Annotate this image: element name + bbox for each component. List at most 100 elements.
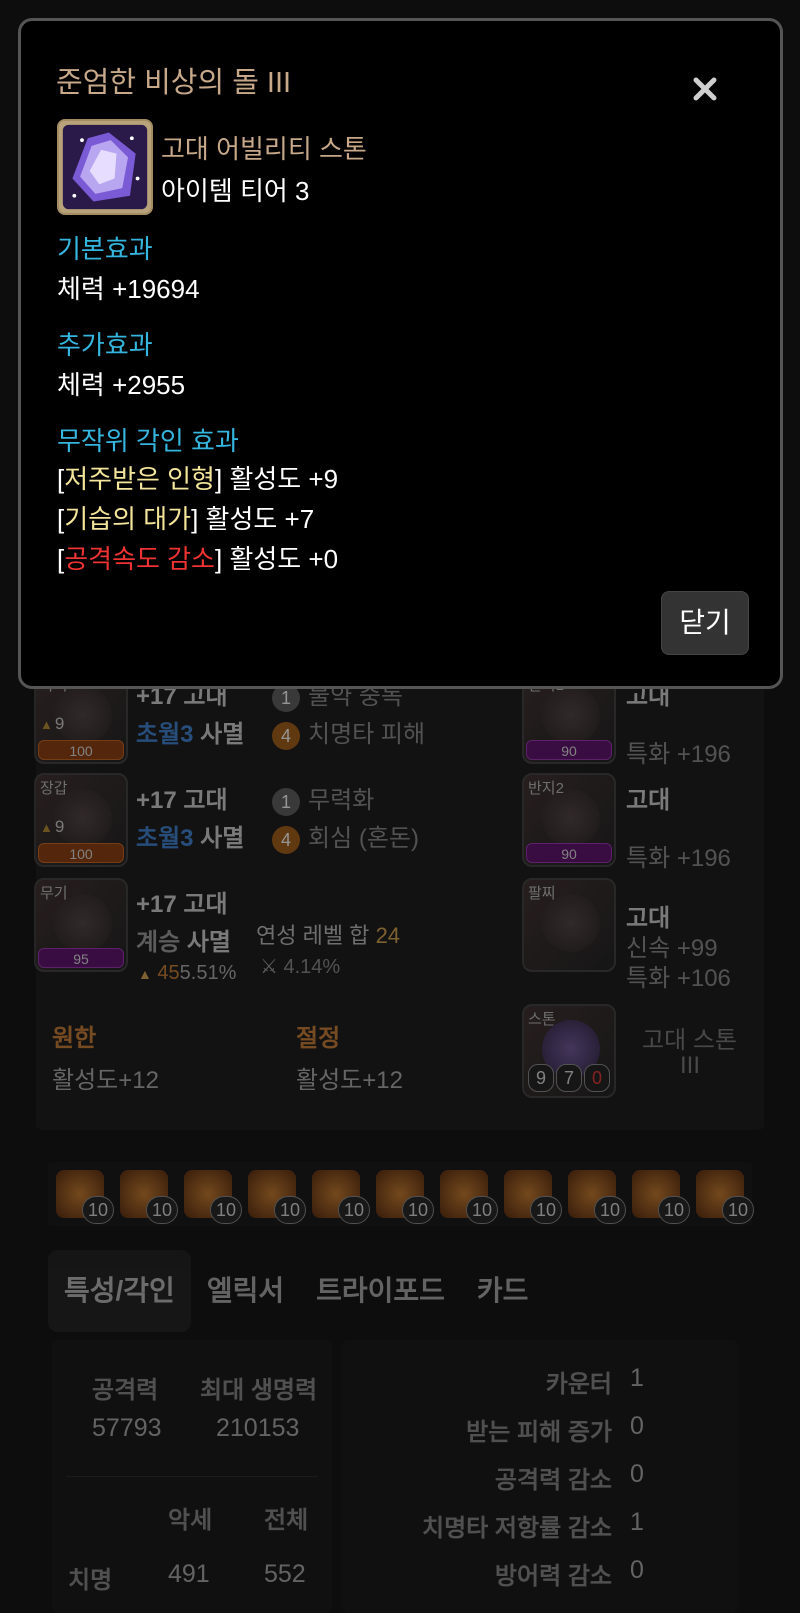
pants-set: 사멸 <box>193 721 245 748</box>
gem-level: 10 <box>274 1196 306 1224</box>
attack-value: 57793 <box>92 1414 162 1442</box>
ring1-stat: 특화 +196 <box>626 741 731 768</box>
tab-tripod[interactable]: 트라이포드 <box>300 1250 461 1332</box>
slot-label: 스톤 <box>528 1011 556 1028</box>
engraving-line-1: [저주받은 인형] 활성도 +9 <box>57 464 339 494</box>
gem-level: 10 <box>402 1196 434 1224</box>
gem-slot[interactable]: 10 <box>504 1170 562 1224</box>
weapon-succession: 계승 <box>136 929 181 956</box>
gloves-effect-2: 4 회심 (혼돈) <box>272 818 419 854</box>
combat-stat-label: 카운터 <box>545 1371 612 1398</box>
combat-stat-value: 0 <box>630 1556 644 1584</box>
gem-slot[interactable]: 10 <box>248 1170 306 1224</box>
refine-sum: 연성 레벨 합 24 <box>256 918 400 950</box>
gloves-name-line2: 초월3 사멸 <box>136 818 244 853</box>
equip-slot-weapon[interactable]: 무기 95 <box>34 878 128 972</box>
extra-effect-value: 체력 +2955 <box>57 370 186 400</box>
effect-name: 치명타 피해 <box>308 721 426 748</box>
slot-level: ▲ 9 <box>40 714 64 734</box>
tab-elixir[interactable]: 엘릭서 <box>191 1250 300 1332</box>
engraving-line-2: [기습의 대가] 활성도 +7 <box>57 504 315 534</box>
basic-effect-title: 기본효과 <box>57 234 153 264</box>
quality-bar: 100 <box>38 843 124 863</box>
gem-slot[interactable]: 10 <box>312 1170 370 1224</box>
gem-bar: 10 10 10 10 10 10 10 10 10 10 10 <box>48 1162 754 1226</box>
weapon-fire-level: 45 <box>157 962 180 984</box>
effect-level-badge: 4 <box>272 721 300 750</box>
refine-value: 24 <box>375 923 401 948</box>
weapon-fire-pct: 5.51% <box>179 962 237 984</box>
gem-slot[interactable]: 10 <box>56 1170 114 1224</box>
engraving-value: 활성도 +0 <box>222 544 339 574</box>
refine-label: 연성 레벨 합 <box>256 923 370 948</box>
tab-traits-engravings[interactable]: 특성/각인 <box>48 1250 191 1332</box>
quality-bar: 90 <box>526 740 612 760</box>
gem-level: 10 <box>722 1196 754 1224</box>
divider <box>66 1476 318 1477</box>
basic-effect-value: 체력 +19694 <box>57 274 200 304</box>
gem-slot[interactable]: 10 <box>376 1170 434 1224</box>
combat-stats-panel: 카운터 1 받는 피해 증가 0 공격력 감소 0 치명타 저항률 감소 1 방어력 감소 0 <box>342 1340 738 1613</box>
pants-effect-2: 4 치명타 피해 <box>272 714 425 750</box>
slot-label: 반지2 <box>528 780 564 797</box>
gem-slot[interactable]: 10 <box>184 1170 242 1224</box>
weapon-upgrade: +17 고대 <box>136 891 228 918</box>
weapon-fire: ▲ 455.51% <box>138 962 236 985</box>
equip-slot-ring2[interactable]: 반지2 90 <box>522 773 616 867</box>
pants-name-line2: 초월3 사멸 <box>136 714 244 749</box>
engraving-line-3: [공격속도 감소] 활성도 +0 <box>57 544 339 574</box>
flame-icon: ▲ <box>40 717 53 732</box>
gem-slot[interactable]: 10 <box>696 1170 754 1224</box>
level-value: 9 <box>54 714 65 733</box>
refine-pct: 4.14% <box>283 956 341 978</box>
effect-level-badge: 1 <box>272 787 300 816</box>
equip-slot-gloves[interactable]: 장갑 ▲ 9 100 <box>34 773 128 867</box>
equip-slot-bracelet[interactable]: 팔찌 <box>522 878 616 972</box>
combat-stat-value: 0 <box>630 1412 644 1440</box>
slot-level: ▲ 9 <box>40 817 64 837</box>
slot-label: 무기 <box>40 885 68 902</box>
item-tier: 아이템 티어 3 <box>161 176 310 206</box>
tab-bar: 특성/각인 엘릭서 트라이포드 카드 <box>48 1250 544 1332</box>
engraving-name: 공격속도 감소 <box>64 544 215 574</box>
col-accessory: 악세 <box>168 1507 213 1534</box>
gem-slot[interactable]: 10 <box>568 1170 626 1224</box>
gloves-set: 사멸 <box>193 825 245 852</box>
engraving-value: 활성도 +9 <box>222 464 339 494</box>
engraving-name: 저주받은 인형 <box>64 464 215 494</box>
close-button[interactable]: 닫기 <box>661 591 749 655</box>
gem-level: 10 <box>466 1196 498 1224</box>
refine-pct-row: ⚔ 4.14% <box>260 954 340 979</box>
engraving-name: 기습의 대가 <box>64 504 192 534</box>
equip-slot-stone[interactable]: 스톤 9 7 0 <box>522 1004 616 1098</box>
close-icon[interactable] <box>689 73 721 105</box>
basic-stats-panel: 공격력 최대 생명력 57793 210153 악세 전체 치명 491 552 <box>52 1340 332 1613</box>
gem-slot[interactable]: 10 <box>120 1170 178 1224</box>
attack-label: 공격력 <box>92 1377 159 1404</box>
random-engraving-title: 무작위 각인 효과 <box>57 426 239 456</box>
pants-transcend: 초월3 <box>136 721 194 748</box>
crit-total: 552 <box>264 1560 306 1588</box>
gem-slot[interactable]: 10 <box>440 1170 498 1224</box>
ring2-stat: 특화 +196 <box>626 845 731 872</box>
grade: 고대 <box>626 787 671 814</box>
crit-acc: 491 <box>168 1560 210 1588</box>
flame-icon: ▲ <box>138 966 152 982</box>
level-value: 9 <box>54 817 65 836</box>
weapon-name-line2: 계승 사멸 <box>136 922 231 957</box>
ring2-grade: 고대 <box>626 780 670 815</box>
weapon-name-line1: +17 고대 <box>136 884 228 919</box>
tab-card[interactable]: 카드 <box>461 1250 545 1332</box>
gem-slot[interactable]: 10 <box>632 1170 690 1224</box>
hp-label: 최대 생명력 <box>200 1377 318 1404</box>
item-type: 고대 어빌리티 스톤 <box>161 134 367 164</box>
gem-level: 10 <box>530 1196 562 1224</box>
ark-1-title: 원한 <box>52 1018 96 1053</box>
combat-stat-label: 공격력 감소 <box>494 1467 612 1494</box>
gem-level: 10 <box>338 1196 370 1224</box>
quality-bar: 100 <box>38 740 124 760</box>
hp-value: 210153 <box>216 1414 300 1442</box>
effect-level-badge: 4 <box>272 825 300 854</box>
ability-stone-icon <box>57 119 153 215</box>
sword-icon: ⚔ <box>260 956 278 978</box>
